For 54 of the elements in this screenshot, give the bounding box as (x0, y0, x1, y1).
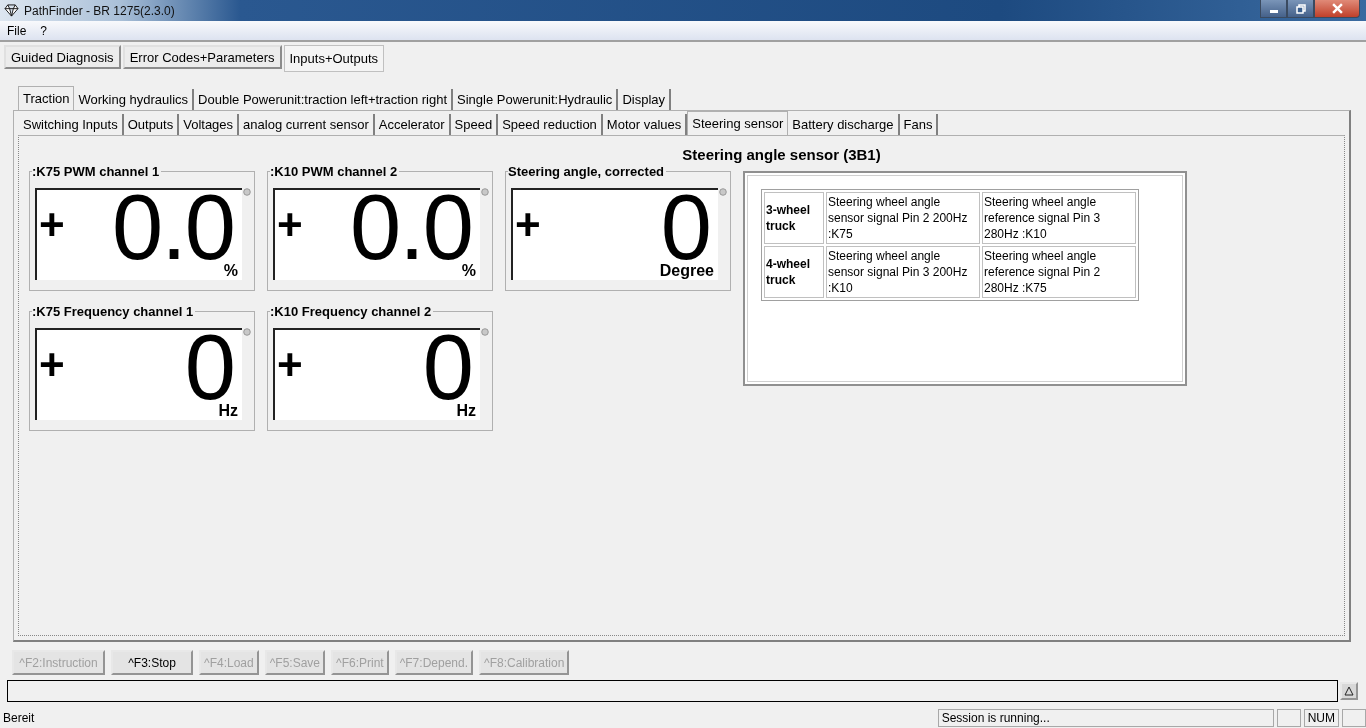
diamond-icon (4, 4, 19, 17)
status-pane (1276, 709, 1301, 727)
tab[interactable]: Steering sensor (687, 111, 789, 135)
unit-label: Hz (456, 402, 476, 420)
status-pane: NUM (1303, 709, 1339, 727)
led-icon (243, 328, 251, 336)
triangle-icon (1344, 686, 1354, 696)
restore-icon (1295, 3, 1306, 14)
table-cell: 4-wheel truck (764, 246, 824, 298)
gauge-value: 0 (184, 330, 234, 404)
sign-indicator: + (39, 345, 65, 385)
unit-label: Degree (659, 262, 714, 280)
section-heading: Steering angle sensor (3B1) (681, 146, 882, 163)
status-text: Bereit (2, 711, 35, 725)
unit-label: Hz (218, 402, 238, 420)
close-button[interactable] (1314, 0, 1360, 18)
menu-item[interactable]: ? (40, 23, 48, 38)
gauge-label: :K75 Frequency channel 1 (32, 304, 196, 320)
table-cell: 3-wheel truck (764, 192, 824, 244)
tab[interactable]: Traction (18, 86, 75, 110)
unit-label: % (461, 262, 476, 280)
gauge-value: 0.0 (350, 190, 472, 264)
led-icon (481, 328, 489, 336)
status-pane (1342, 709, 1366, 727)
expand-button[interactable] (1340, 682, 1358, 700)
led-icon (719, 188, 727, 196)
close-icon (1331, 3, 1343, 14)
input-field[interactable] (7, 680, 1338, 702)
tab[interactable]: Error Codes+Parameters (122, 45, 282, 69)
minimize-button[interactable] (1260, 0, 1287, 18)
status-pane: Session is running... (937, 709, 1274, 727)
sign-indicator: + (277, 345, 303, 385)
restore-button[interactable] (1287, 0, 1314, 18)
unit-label: % (223, 262, 238, 280)
menu-item[interactable]: File (7, 23, 27, 38)
sign-indicator: + (277, 205, 303, 245)
gauge-label: :K10 Frequency channel 2 (270, 304, 434, 320)
minimize-icon (1269, 10, 1278, 13)
gauge-value: 0 (660, 190, 710, 264)
tab[interactable]: Inputs+Outputs (283, 45, 385, 72)
table-cell: Steering wheel angle sensor signal Pin 3 200Hz :K10 (826, 246, 980, 298)
table-cell: Steering wheel angle sensor signal Pin 2 200Hz :K75 (826, 192, 980, 244)
led-icon (481, 188, 489, 196)
led-icon (243, 188, 251, 196)
gauge-value: 0.0 (112, 190, 234, 264)
sign-indicator: + (39, 205, 65, 245)
table-cell: Steering wheel angle reference signal Pin 2 280Hz :K75 (982, 246, 1136, 298)
sign-indicator: + (515, 205, 541, 245)
window-title: PathFinder - BR 1275(2.3.0) (24, 3, 175, 18)
function-button[interactable]: ^F3:Stop (111, 650, 193, 675)
gauge-value: 0 (422, 330, 472, 404)
table-cell: Steering wheel angle reference signal Pin 3 280Hz :K10 (982, 192, 1136, 244)
gauge-label: Steering angle, corrected (508, 164, 667, 180)
tab[interactable]: Guided Diagnosis (4, 45, 121, 69)
